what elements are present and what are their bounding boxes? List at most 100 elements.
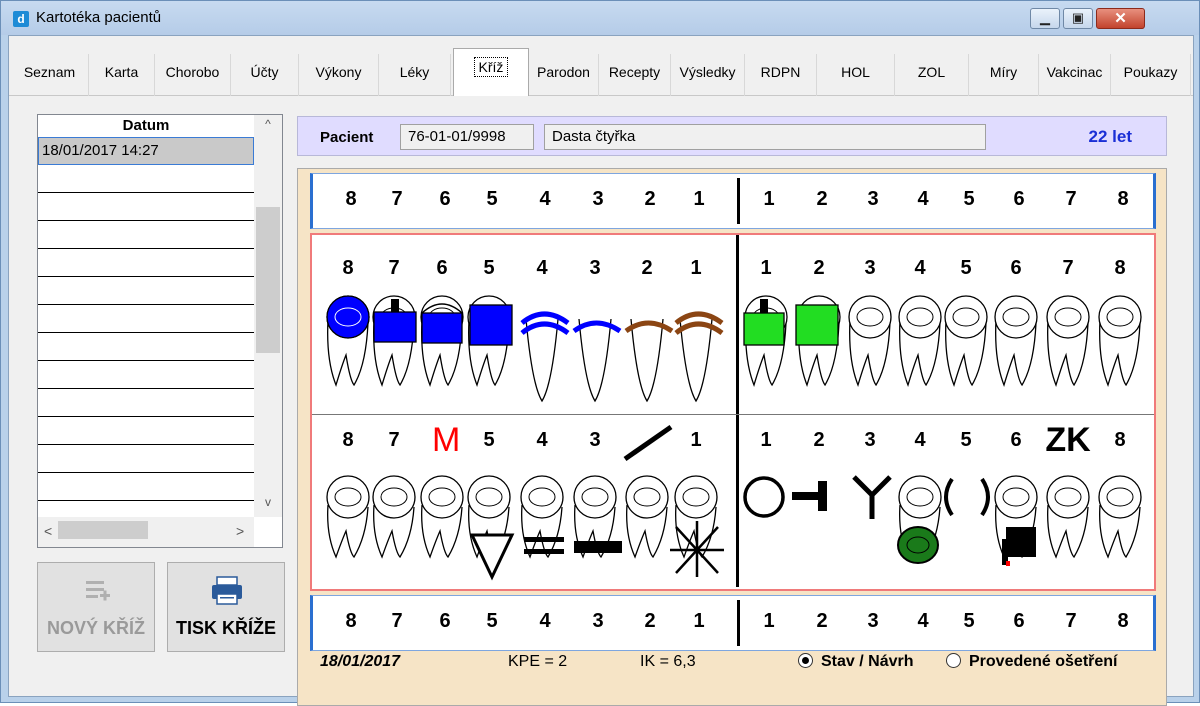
tooth-number: 1 [763, 188, 775, 210]
horizontal-scrollbar[interactable]: < > [38, 517, 254, 547]
add-list-icon [86, 581, 110, 601]
scroll-down-icon[interactable]: v [254, 495, 282, 509]
list-item[interactable] [38, 389, 254, 417]
lower-tooth-crown [625, 475, 669, 519]
upper-tooth-root [630, 318, 664, 403]
radio-state-proposal[interactable]: Stav / Návrh [798, 653, 913, 671]
red-dot-icon [1006, 561, 1010, 566]
tooth-number: 7 [391, 188, 403, 210]
maximize-button[interactable]: ▣ [1063, 8, 1093, 29]
scroll-thumb[interactable] [58, 521, 148, 539]
tab-parodont[interactable]: Parodon [529, 54, 599, 96]
tooth-number: 8 [345, 188, 357, 210]
scroll-right-icon[interactable]: > [236, 523, 244, 539]
tooth-number: 7 [1065, 610, 1077, 632]
lower-tooth-crown [467, 475, 511, 519]
tab-ucty[interactable]: Účty [231, 54, 299, 96]
tooth-number: 8 [1117, 610, 1129, 632]
tab-chorobopis[interactable]: Chorobo [155, 54, 231, 96]
tab-seznam[interactable]: Seznam [11, 54, 89, 96]
new-cross-button[interactable]: NOVÝ KŘÍŽ [37, 562, 155, 652]
tooth-number: 7 [1065, 188, 1077, 210]
lower-tooth-crown [1098, 475, 1142, 519]
tooth-number: 3 [592, 188, 604, 210]
tooth-number: 5 [963, 188, 975, 210]
missing-tooth-icon [743, 476, 785, 518]
minimize-button[interactable]: ▁ [1030, 8, 1060, 29]
teeth-drawing [326, 295, 1142, 581]
tab-miry[interactable]: Míry [969, 54, 1039, 96]
list-item[interactable] [38, 277, 254, 305]
asterisk-mark-icon [670, 521, 724, 577]
tab-rdpn[interactable]: RDPN [745, 54, 817, 96]
date-list-header: Datum [122, 117, 170, 134]
upper-tooth-crown [994, 295, 1038, 339]
tab-leky[interactable]: Léky [379, 54, 451, 96]
close-button[interactable]: ✕ [1096, 8, 1145, 29]
scroll-left-icon[interactable]: < [44, 523, 52, 539]
list-item[interactable] [38, 333, 254, 361]
upper-tooth-crown [944, 295, 988, 339]
list-item[interactable] [38, 221, 254, 249]
list-item[interactable] [38, 165, 254, 193]
tab-zol[interactable]: ZOL [895, 54, 969, 96]
list-item[interactable] [38, 445, 254, 473]
chart-date: 18/01/2017 [320, 653, 401, 670]
tooth-number: 6 [1013, 610, 1025, 632]
lower-tooth-crown [573, 475, 617, 519]
tab-poukazy[interactable]: Poukazy [1111, 54, 1191, 96]
radio-indicator [946, 653, 961, 668]
black-block-icon [1006, 527, 1036, 557]
tab-kriz[interactable]: Kříž [453, 48, 529, 96]
tab-vysledky[interactable]: Výsledky [671, 54, 745, 96]
post-icon [391, 299, 399, 312]
vertical-scrollbar[interactable]: ^ v [254, 115, 282, 517]
teeth-area[interactable]: 8765432112345678 8 7 M 5 4 3 1 1 2 3 4 5 6 ZK 8 [310, 233, 1156, 591]
double-line-icon [524, 537, 564, 542]
date-list-item[interactable]: 18/01/2017 14:27 [38, 137, 254, 165]
upper-tooth-root [578, 318, 612, 403]
root-remnant-icon [852, 475, 892, 519]
close-icon: ✕ [1114, 10, 1127, 27]
list-item[interactable] [38, 417, 254, 445]
list-item[interactable] [38, 193, 254, 221]
tab-karta[interactable]: Karta [89, 54, 155, 96]
bracket-left-icon [944, 477, 954, 517]
radio-label: Provedené ošetření [969, 653, 1118, 670]
double-line-icon [524, 549, 564, 554]
minimize-icon: ▁ [1040, 10, 1050, 25]
radio-performed-treatment[interactable]: Provedené ošetření [946, 653, 1118, 671]
green-implant-icon [897, 526, 939, 564]
list-item[interactable] [38, 473, 254, 501]
tooth-number: 6 [1013, 188, 1025, 210]
print-cross-button[interactable]: TISK KŘÍŽE [167, 562, 285, 652]
tab-vykony[interactable]: Výkony [299, 54, 379, 96]
tooth-number: 5 [486, 610, 498, 632]
tab-vakcinace[interactable]: Vakcinac [1039, 54, 1111, 96]
upper-tooth-root [679, 318, 713, 403]
tab-recepty[interactable]: Recepty [599, 54, 671, 96]
date-list[interactable]: Datum 18/01/2017 14:27 ^ v < > [37, 114, 283, 548]
lower-tooth-crown [898, 475, 942, 519]
bar-mark-icon [574, 541, 622, 553]
list-item[interactable] [38, 249, 254, 277]
list-item[interactable] [38, 305, 254, 333]
pontic-icon [818, 481, 827, 511]
bottom-number-strip: 8 7 6 5 4 3 2 1 1 2 3 4 5 6 7 8 [310, 595, 1156, 651]
upper-tooth-root [525, 318, 559, 403]
patient-label: Pacient [320, 129, 374, 146]
list-item[interactable] [38, 361, 254, 389]
chart-footer: 18/01/2017 KPE = 2 IK = 6,3 Stav / Návrh… [310, 649, 1156, 679]
tooth-number: 4 [539, 610, 551, 632]
scroll-thumb[interactable] [256, 207, 280, 353]
tooth-number: 3 [592, 610, 604, 632]
tooth-number: 3 [867, 188, 879, 210]
radio-label: Stav / Návrh [821, 653, 914, 670]
title-bar[interactable]: d Kartotéka pacientů ▁ ▣ ✕ [1, 1, 1199, 35]
tab-hol[interactable]: HOL [817, 54, 895, 96]
crown-icon [421, 312, 463, 344]
top-number-strip: 8 7 6 5 4 3 2 1 1 2 3 4 5 6 7 8 [310, 173, 1156, 229]
crown-icon [373, 311, 417, 343]
scroll-up-icon[interactable]: ^ [254, 117, 282, 131]
window-title: Kartotéka pacientů [36, 9, 162, 26]
